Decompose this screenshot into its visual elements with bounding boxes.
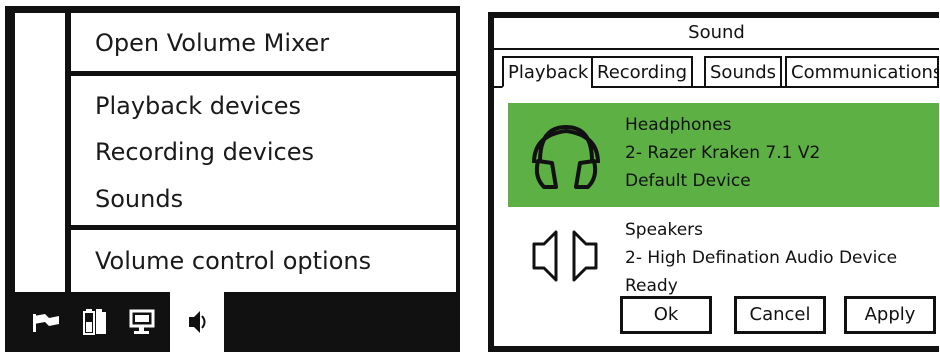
menu-separator bbox=[71, 225, 456, 230]
device-name: Headphones bbox=[625, 115, 732, 135]
battery-icon[interactable] bbox=[79, 306, 111, 338]
tray-speaker-button[interactable] bbox=[170, 292, 224, 352]
tab-recording[interactable]: Recording bbox=[591, 56, 694, 88]
headphones-icon bbox=[532, 124, 600, 189]
tab-communications[interactable]: Communications bbox=[785, 56, 939, 88]
taskbar bbox=[5, 292, 460, 352]
menu-item-recording-devices[interactable]: Recording devices bbox=[95, 137, 314, 167]
speakers-icon bbox=[532, 230, 598, 282]
sound-dialog: Sound Playback Recording Sounds Communic… bbox=[488, 12, 939, 352]
device-info: Speakers 2- High Defination Audio Device… bbox=[625, 216, 897, 300]
apply-button[interactable]: Apply bbox=[844, 296, 936, 334]
menu-item-playback-devices[interactable]: Playback devices bbox=[95, 91, 301, 121]
menu-separator bbox=[71, 71, 456, 76]
device-status: Default Device bbox=[625, 171, 751, 191]
ok-button[interactable]: Ok bbox=[620, 296, 712, 334]
flag-icon[interactable] bbox=[31, 306, 63, 338]
menu-item-volume-control-options[interactable]: Volume control options bbox=[95, 246, 371, 276]
tab-playback[interactable]: Playback bbox=[502, 56, 595, 88]
device-description: 2- Razer Kraken 7.1 V2 bbox=[625, 143, 821, 163]
menu-item-sounds[interactable]: Sounds bbox=[95, 184, 183, 214]
speaker-icon bbox=[189, 311, 206, 333]
tray-context-panel: Open Volume Mixer Playback devices Recor… bbox=[5, 6, 460, 352]
volume-context-menu: Open Volume Mixer Playback devices Recor… bbox=[15, 13, 456, 292]
network-monitor-icon[interactable] bbox=[127, 306, 159, 338]
dialog-title: Sound bbox=[494, 18, 939, 50]
device-speakers[interactable]: Speakers 2- High Defination Audio Device… bbox=[508, 214, 939, 296]
sound-dialog-body: Sound Playback Recording Sounds Communic… bbox=[494, 18, 939, 346]
menu-gutter bbox=[65, 13, 71, 292]
cancel-button[interactable]: Cancel bbox=[734, 296, 826, 334]
menu-item-open-volume-mixer[interactable]: Open Volume Mixer bbox=[95, 28, 329, 58]
device-info: Headphones 2- Razer Kraken 7.1 V2 Defaul… bbox=[625, 111, 820, 195]
device-name: Speakers bbox=[625, 220, 704, 240]
tab-sounds[interactable]: Sounds bbox=[704, 56, 783, 88]
device-headphones[interactable]: Headphones 2- Razer Kraken 7.1 V2 Defaul… bbox=[508, 103, 939, 207]
device-description: 2- High Defination Audio Device bbox=[625, 248, 898, 268]
